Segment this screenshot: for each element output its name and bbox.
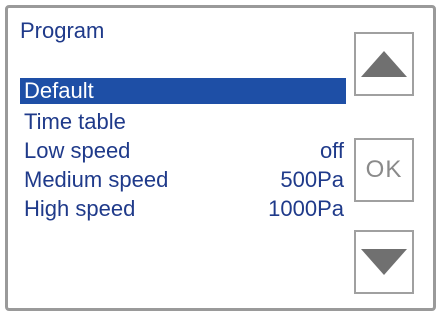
menu-item-high-speed[interactable]: High speed 1000Pa bbox=[20, 194, 346, 223]
scroll-up-button[interactable] bbox=[354, 32, 414, 96]
menu-item-label: Medium speed bbox=[24, 167, 169, 192]
menu-item-label: Default bbox=[24, 78, 94, 103]
menu-item-medium-speed[interactable]: Medium speed 500Pa bbox=[20, 165, 346, 194]
menu-item-value: 1000Pa bbox=[268, 196, 344, 221]
screen-title: Program bbox=[20, 18, 105, 43]
arrow-up-icon bbox=[361, 51, 407, 77]
scroll-down-button[interactable] bbox=[354, 230, 414, 294]
menu-item-label: Time table bbox=[24, 109, 126, 134]
menu-item-value: 500Pa bbox=[280, 167, 344, 192]
program-screen: Program Default Time table Low speed off… bbox=[5, 5, 436, 311]
ok-button[interactable]: OK bbox=[354, 138, 414, 202]
program-menu: Default Time table Low speed off Medium … bbox=[20, 78, 346, 223]
menu-item-default[interactable]: Default bbox=[20, 78, 346, 104]
ok-button-label: OK bbox=[365, 156, 403, 183]
menu-item-time-table[interactable]: Time table bbox=[20, 107, 346, 136]
menu-item-label: Low speed bbox=[24, 138, 131, 163]
menu-item-label: High speed bbox=[24, 196, 136, 221]
menu-item-low-speed[interactable]: Low speed off bbox=[20, 136, 346, 165]
arrow-down-icon bbox=[361, 249, 407, 275]
menu-item-value: off bbox=[319, 138, 344, 163]
